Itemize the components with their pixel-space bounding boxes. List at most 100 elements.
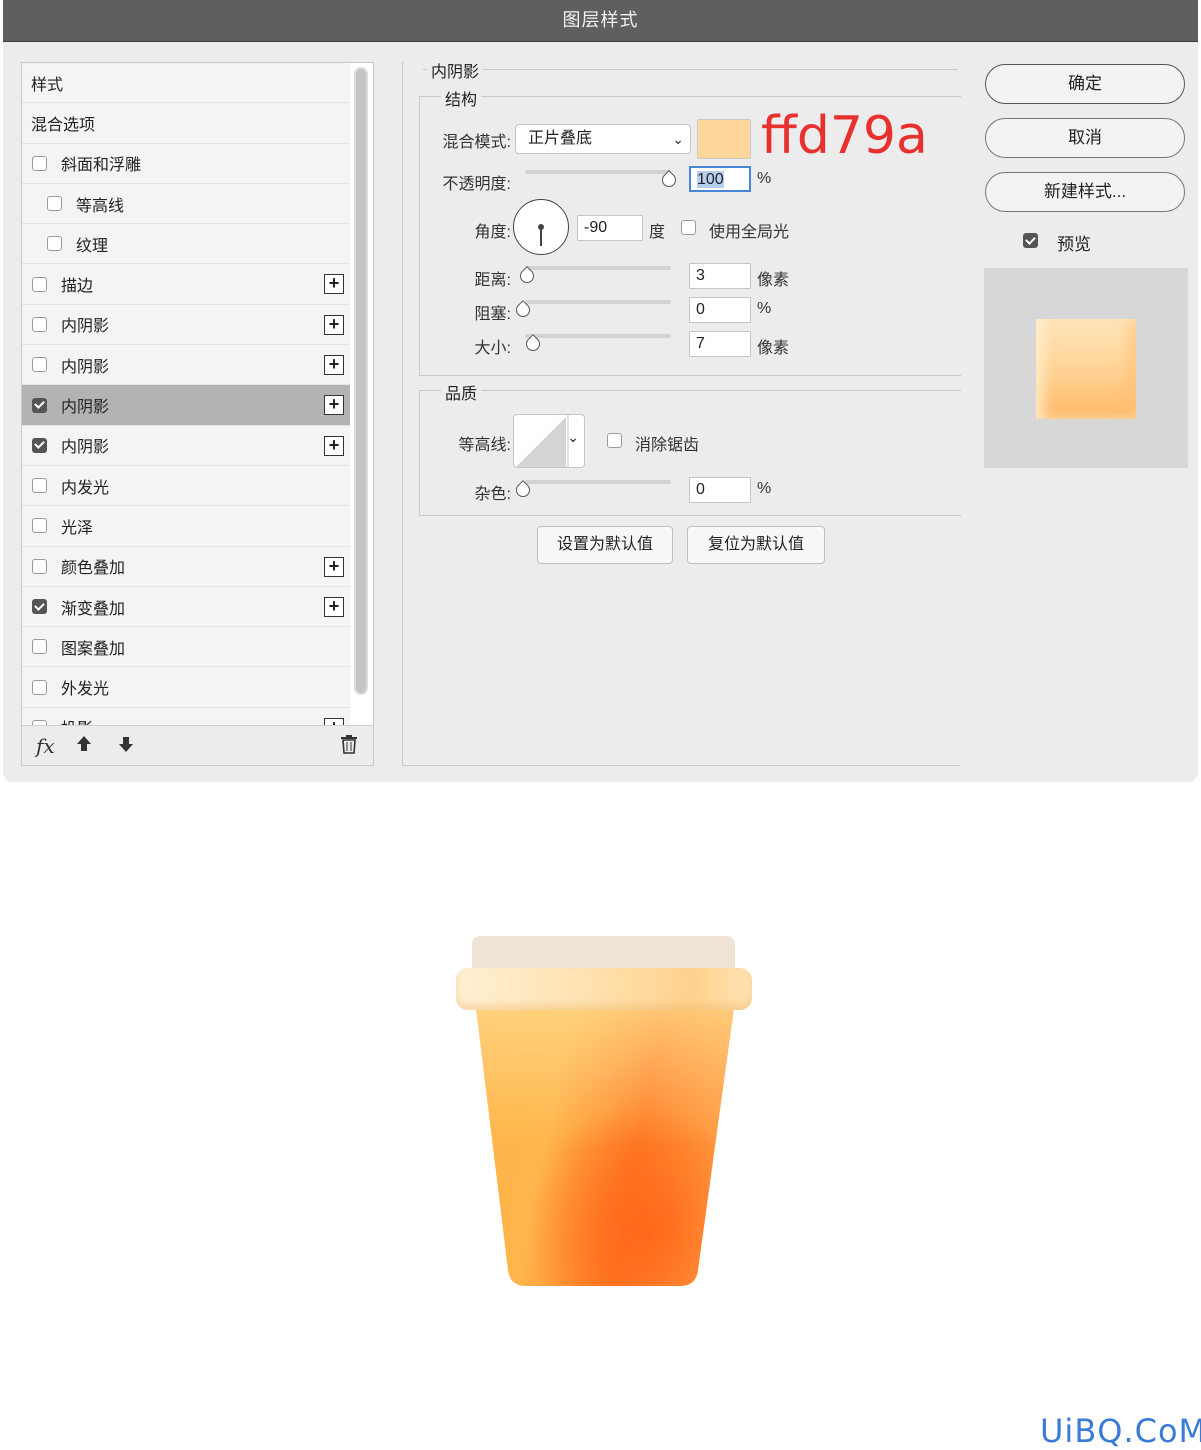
style-item[interactable]: 纹理 [22,224,350,265]
preview-checkbox[interactable] [1023,233,1038,248]
distance-label: 距离: [474,272,511,289]
style-checkbox[interactable] [32,518,47,534]
global-light-checkbox[interactable] [681,220,696,235]
opacity-slider[interactable] [525,170,671,174]
style-checkbox[interactable] [32,397,47,413]
ok-button[interactable]: 确定 [985,64,1185,104]
move-up-icon[interactable] [76,734,92,760]
add-effect-icon[interactable]: + [324,556,344,577]
style-item[interactable]: 斜面和浮雕 [22,143,350,184]
style-item[interactable]: 内阴影 + [22,345,350,386]
color-annotation: ffd79a [761,106,928,166]
antialias-label: 消除锯齿 [635,437,700,454]
distance-slider[interactable] [525,266,671,270]
distance-input[interactable]: 3 [689,263,751,289]
style-checkbox[interactable] [32,478,47,494]
opacity-unit: % [757,170,772,187]
noise-slider[interactable] [525,480,671,484]
dialog-title: 图层样式 [3,0,1198,42]
blend-mode-value: 正片叠底 [528,130,593,147]
cancel-button[interactable]: 取消 [985,118,1185,158]
size-slider-thumb[interactable] [525,336,541,352]
noise-unit: % [757,480,772,497]
style-item-label: 渐变叠加 [61,600,126,618]
preview-swatch [1036,319,1136,419]
structure-title: 结构 [441,86,482,110]
angle-input[interactable]: -90 [577,215,643,241]
style-item[interactable]: 内阴影 + [22,304,350,346]
angle-unit: 度 [649,224,666,241]
style-item[interactable]: 内阴影 + [22,425,350,466]
choke-label: 阻塞: [474,306,511,323]
style-item[interactable]: 样式 [22,63,350,104]
style-item-label: 内阴影 [61,318,110,336]
antialias-checkbox[interactable] [607,433,622,448]
size-slider[interactable] [525,334,671,338]
style-item-label: 斜面和浮雕 [61,157,142,175]
style-item-label: 等高线 [76,197,125,215]
style-checkbox[interactable] [32,316,47,332]
style-item-label: 内发光 [61,479,110,497]
add-effect-icon[interactable]: + [324,314,344,335]
style-item[interactable]: 混合选项 [22,103,350,144]
shadow-color-swatch[interactable] [697,119,751,159]
scrollbar-thumb[interactable] [356,69,366,693]
style-item[interactable]: 外发光 [22,667,350,708]
section-title: 内阴影 [427,58,484,82]
new-style-button[interactable]: 新建样式... [985,172,1185,212]
preview-label: 预览 [1057,235,1091,254]
size-input[interactable]: 7 [689,331,751,357]
style-checkbox[interactable] [47,196,62,212]
opacity-slider-thumb[interactable] [661,172,677,188]
trash-icon[interactable] [340,734,358,760]
quality-title: 品质 [441,380,482,404]
add-effect-icon[interactable]: + [324,355,344,376]
add-effect-icon[interactable]: + [324,435,344,456]
noise-slider-thumb[interactable] [515,482,531,498]
style-checkbox[interactable] [47,236,62,252]
inner-shadow-panel: 内阴影 结构 混合模式: 正片叠底 ⌄ ffd79a 不透明度: 100 % 角… [402,58,961,766]
style-checkbox[interactable] [32,639,47,655]
opacity-input[interactable]: 100 [689,166,751,192]
add-effect-icon[interactable]: + [324,596,344,617]
style-item-label: 颜色叠加 [61,560,126,578]
style-item[interactable]: 等高线 [22,183,350,225]
styles-list: 样式 混合选项 斜面和浮雕 等高线 纹理 描边 + 内阴影 + 内阴影 + 内阴影 + 内阴影 + 内发光 光泽… [22,63,350,727]
noise-label: 杂色: [474,486,511,503]
add-effect-icon[interactable]: + [324,395,344,416]
style-checkbox[interactable] [32,155,47,171]
coffee-cup-illustration [440,930,770,1300]
style-checkbox[interactable] [32,599,47,614]
style-item[interactable]: 渐变叠加 + [22,586,350,628]
choke-slider[interactable] [525,300,671,304]
style-checkbox[interactable] [32,558,47,574]
style-checkbox[interactable] [32,357,47,373]
blend-mode-select[interactable]: 正片叠底 ⌄ [515,124,691,154]
size-label: 大小: [474,340,511,357]
styles-scrollbar[interactable] [354,67,368,695]
style-item[interactable]: 内发光 [22,465,350,507]
choke-input[interactable]: 0 [689,297,751,323]
angle-dial[interactable] [513,199,569,255]
noise-input[interactable]: 0 [689,477,751,503]
set-default-button[interactable]: 设置为默认值 [537,526,673,564]
style-item[interactable]: 图案叠加 [22,627,350,668]
move-down-icon[interactable] [118,734,134,760]
choke-slider-thumb[interactable] [515,302,531,318]
style-item[interactable]: 光泽 [22,506,350,547]
reset-default-button[interactable]: 复位为默认值 [687,526,825,564]
contour-label: 等高线: [458,437,511,454]
contour-picker[interactable]: ⌄ [513,414,585,468]
style-checkbox[interactable] [32,276,47,292]
choke-unit: % [757,300,772,317]
cup-lid-top [472,936,735,972]
style-checkbox[interactable] [32,679,47,695]
distance-slider-thumb[interactable] [519,268,535,284]
style-item[interactable]: 颜色叠加 + [22,546,350,587]
style-item-label: 混合选项 [31,116,96,134]
add-effect-icon[interactable]: + [324,274,344,295]
style-item[interactable]: 内阴影 + [22,385,350,426]
fx-icon[interactable]: fx [36,734,55,758]
style-item[interactable]: 描边 + [22,264,350,305]
style-checkbox[interactable] [32,437,47,453]
